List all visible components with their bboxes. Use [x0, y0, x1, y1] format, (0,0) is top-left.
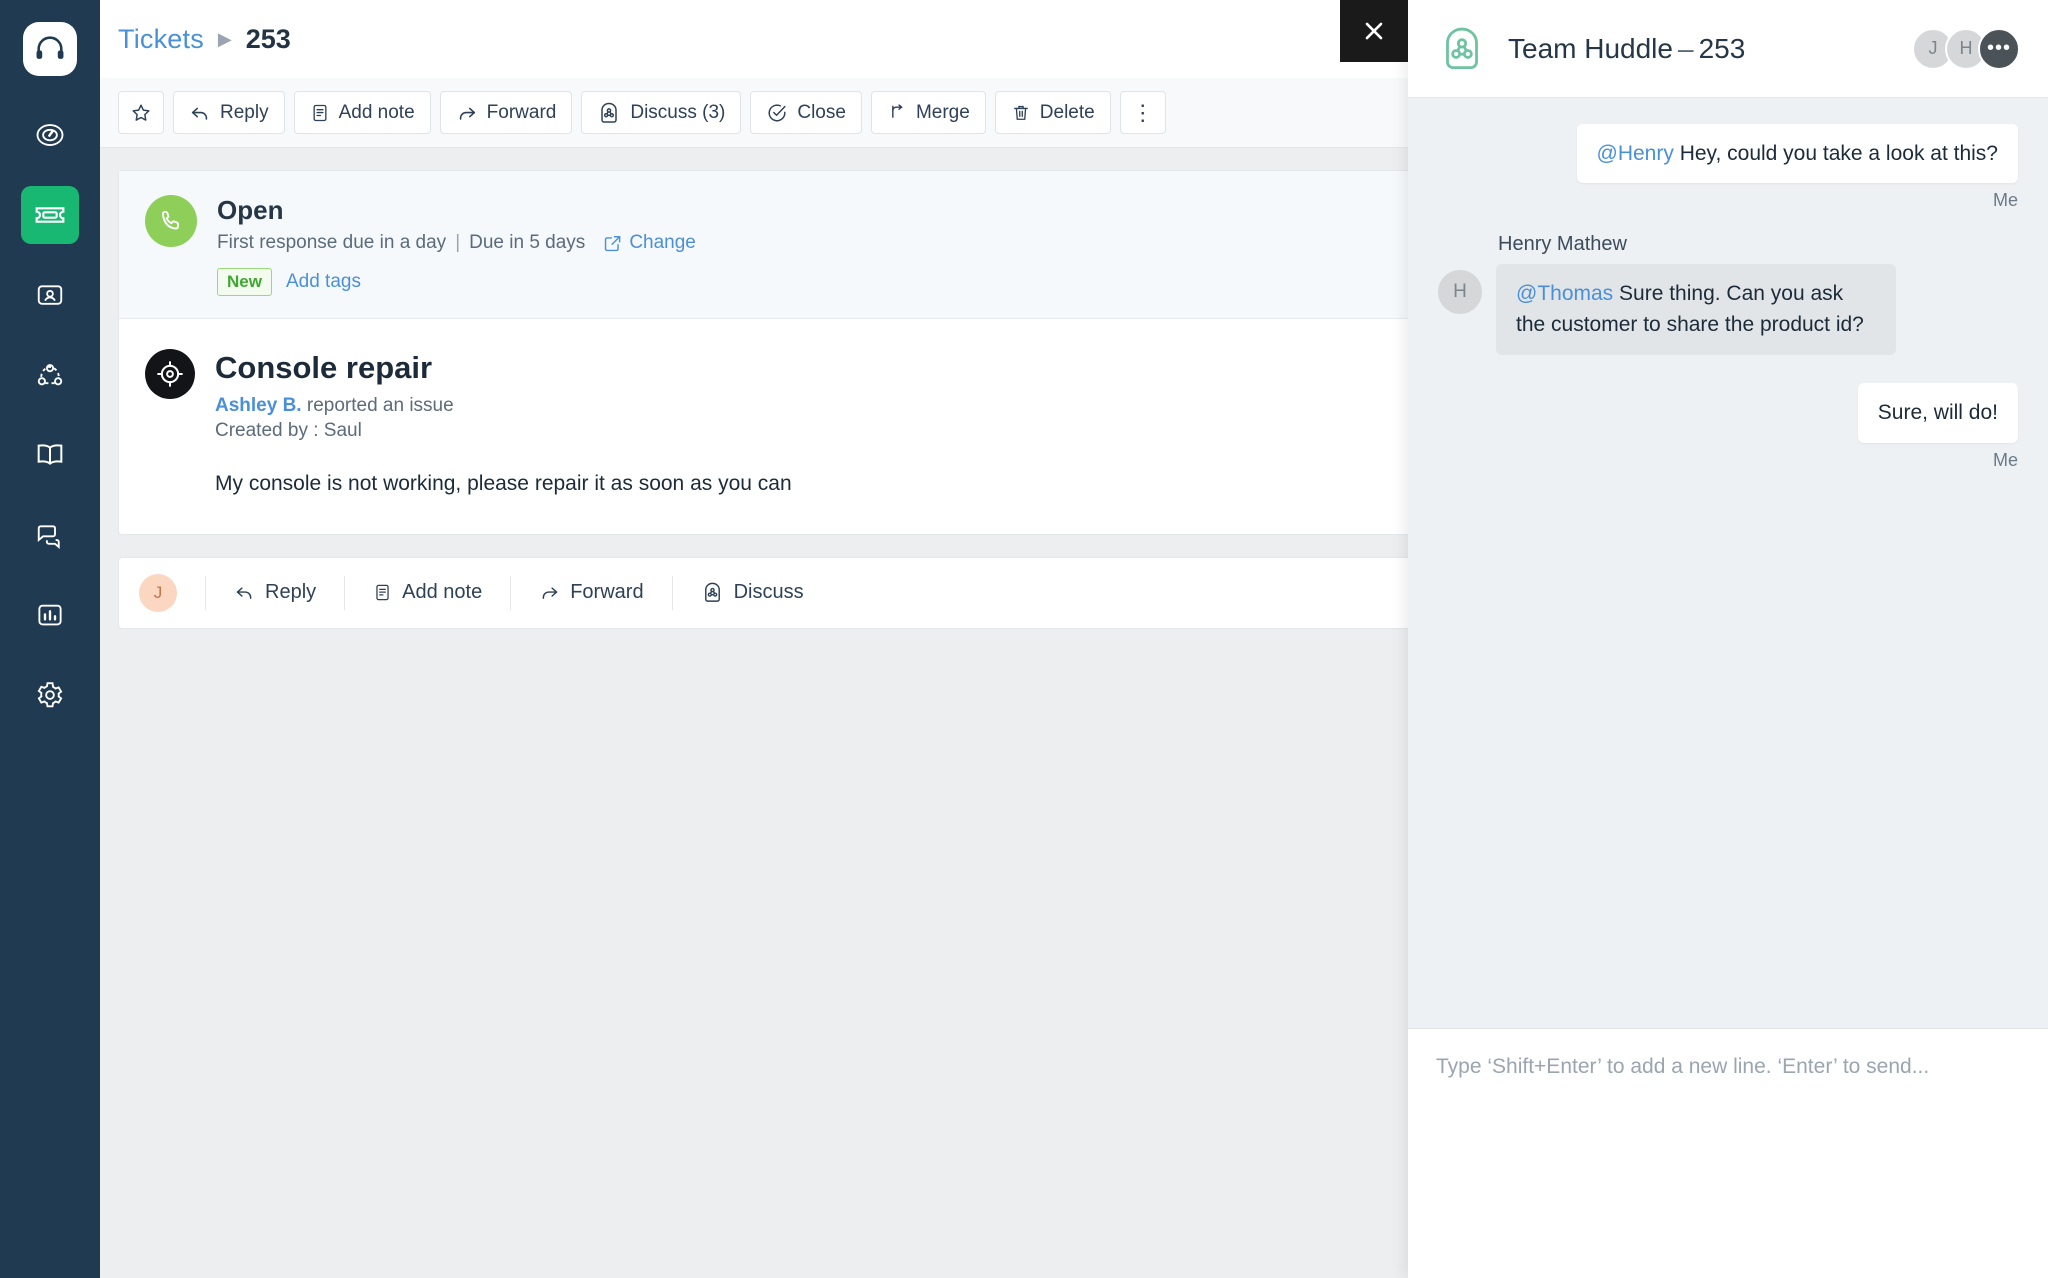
mention-thomas[interactable]: @Thomas [1516, 282, 1613, 305]
due-separator: | [455, 232, 460, 254]
participants-more-button[interactable]: ••• [1978, 28, 2020, 70]
close-ticket-button[interactable]: Close [750, 91, 862, 134]
sidebar-item-knowledge-base[interactable] [21, 426, 79, 484]
add-note-action[interactable]: Add note [344, 576, 510, 610]
close-chat-button[interactable] [1340, 0, 1408, 62]
change-label: Change [629, 232, 696, 254]
sidebar-item-tickets[interactable] [21, 186, 79, 244]
chat-message-author: Me [1993, 450, 2018, 471]
chat-message-text: Sure, will do! [1878, 401, 1998, 424]
forward-action[interactable]: Forward [510, 576, 671, 610]
chat-message-outgoing-1: @Henry Hey, could you take a look at thi… [1438, 124, 2018, 211]
chat-title-dash: – [1678, 33, 1694, 64]
forward-action-label: Forward [570, 581, 643, 604]
sidebar-item-chat[interactable] [21, 506, 79, 564]
kebab-icon: ⋮ [1132, 102, 1154, 124]
resolution-due: Due in 5 days [469, 232, 585, 254]
change-due-button[interactable]: Change [603, 232, 696, 254]
chat-bubble: @Henry Hey, could you take a look at thi… [1577, 124, 2018, 183]
chat-sender-name: Henry Mathew [1498, 233, 2018, 256]
add-tags-button[interactable]: Add tags [286, 271, 361, 293]
sidebar-item-settings[interactable] [21, 666, 79, 724]
sidebar-item-groups[interactable] [21, 346, 79, 404]
reply-button[interactable]: Reply [173, 91, 285, 134]
phone-icon [145, 195, 197, 247]
sidebar-item-contacts[interactable] [21, 266, 79, 324]
left-nav-rail [0, 0, 100, 1278]
add-note-action-label: Add note [402, 581, 482, 604]
chat-input-placeholder: Type ‘Shift+Enter’ to add a new line. ‘E… [1436, 1055, 2020, 1079]
chat-title-text: Team Huddle [1508, 33, 1673, 64]
avatar: J [139, 574, 177, 612]
reporter-link[interactable]: Ashley B. [215, 395, 302, 416]
reply-action-label: Reply [265, 581, 316, 604]
chat-bubble: Sure, will do! [1858, 383, 2018, 442]
mention-henry[interactable]: @Henry [1597, 142, 1674, 165]
reply-button-label: Reply [220, 102, 269, 124]
close-ticket-button-label: Close [797, 102, 846, 124]
add-note-button-label: Add note [339, 102, 415, 124]
main-column: Tickets ▶ 253 Reply Add no [100, 0, 2048, 1278]
target-icon [145, 349, 195, 399]
app-root: Tickets ▶ 253 Reply Add no [0, 0, 2048, 1278]
reply-action[interactable]: Reply [205, 576, 344, 610]
breadcrumb-tickets-link[interactable]: Tickets [118, 24, 204, 55]
delete-button[interactable]: Delete [995, 91, 1111, 134]
first-response-due: First response due in a day [217, 232, 446, 254]
chat-message-text: Hey, could you take a look at this? [1674, 142, 1998, 165]
close-x-icon [1361, 18, 1387, 44]
merge-button[interactable]: Merge [871, 91, 986, 134]
chat-header: Team Huddle–253 J H ••• [1408, 0, 2048, 98]
sidebar-item-dashboard[interactable] [21, 106, 79, 164]
chat-messages: @Henry Hey, could you take a look at thi… [1408, 98, 2048, 1028]
breadcrumb-separator-icon: ▶ [218, 29, 232, 50]
forward-button[interactable]: Forward [440, 91, 573, 134]
more-options-button[interactable]: ⋮ [1120, 91, 1166, 134]
add-note-button[interactable]: Add note [294, 91, 431, 134]
delete-button-label: Delete [1040, 102, 1095, 124]
chat-composer[interactable]: Type ‘Shift+Enter’ to add a new line. ‘E… [1408, 1028, 2048, 1278]
reported-text: reported an issue [302, 395, 454, 416]
chat-sender-avatar: H [1438, 270, 1482, 314]
discuss-button-label: Discuss (3) [630, 102, 725, 124]
breadcrumb-current: 253 [246, 24, 291, 55]
participant-avatars: J H ••• [1921, 28, 2020, 70]
chat-message-incoming-1: H @Thomas Sure thing. Can you ask the cu… [1438, 264, 2018, 355]
chat-ticket-number: 253 [1699, 33, 1746, 64]
edit-square-icon [603, 234, 622, 253]
chat-bubble: @Thomas Sure thing. Can you ask the cust… [1496, 264, 1896, 355]
discuss-action-label: Discuss [734, 581, 804, 604]
forward-button-label: Forward [487, 102, 557, 124]
discuss-button[interactable]: Discuss (3) [581, 91, 741, 134]
headset-logo-icon[interactable] [23, 22, 77, 76]
star-button[interactable] [118, 91, 164, 134]
discuss-action[interactable]: Discuss [672, 576, 832, 610]
sidebar-item-reports[interactable] [21, 586, 79, 644]
chat-title: Team Huddle–253 [1508, 33, 1745, 65]
merge-button-label: Merge [916, 102, 970, 124]
status-badge: New [217, 268, 272, 296]
chat-message-author: Me [1993, 190, 2018, 211]
huddle-icon [1436, 23, 1488, 75]
team-huddle-panel: Team Huddle–253 J H ••• @Henry Hey, coul… [1408, 0, 2048, 1278]
chat-message-outgoing-2: Sure, will do! Me [1438, 383, 2018, 470]
